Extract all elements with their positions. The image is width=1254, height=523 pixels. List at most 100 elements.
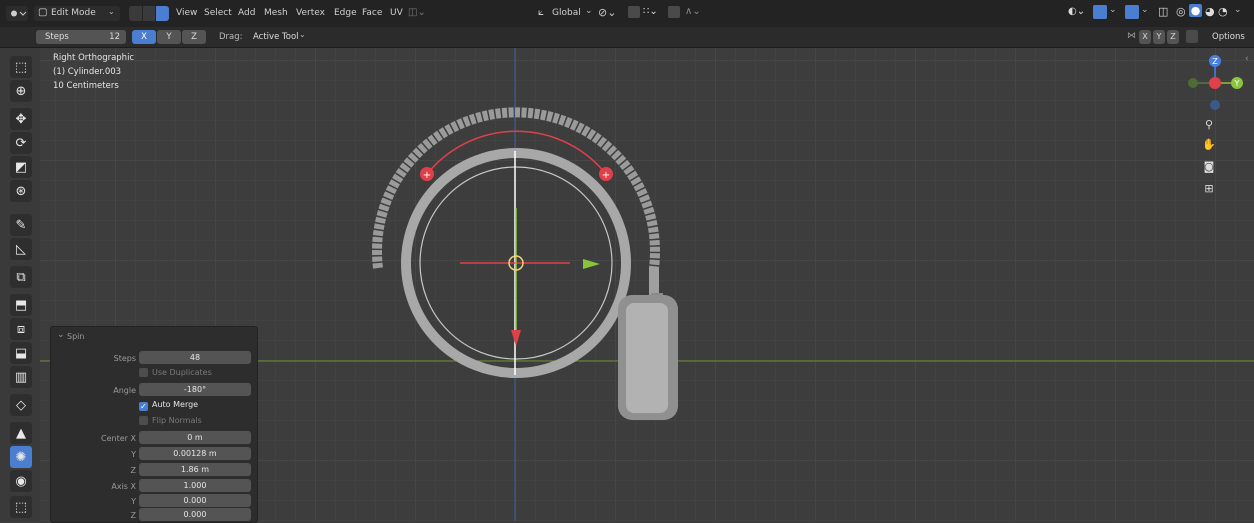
auto-merge-label: Auto Merge xyxy=(152,400,199,409)
move-icon[interactable]: ✥ xyxy=(10,108,32,130)
snap-target-icon[interactable]: ∷⌄ xyxy=(643,6,658,17)
auto-merge-icon[interactable] xyxy=(1186,30,1198,43)
checkbox-off-icon xyxy=(139,416,148,425)
spin-icon[interactable]: ✺ xyxy=(10,446,32,468)
ortho-grid-icon[interactable]: ⊞ xyxy=(1200,179,1218,197)
face-select-icon[interactable] xyxy=(156,6,169,21)
wireframe-shading-icon[interactable]: ◎ xyxy=(1176,5,1186,18)
mode-label: Edit Mode xyxy=(51,8,96,18)
collapse-sidebar-icon[interactable]: ‹ xyxy=(1245,54,1249,64)
menu-face[interactable]: Face xyxy=(362,8,382,18)
solid-shading-icon[interactable]: ● xyxy=(1189,4,1202,17)
menu-edge[interactable]: Edge xyxy=(334,8,357,18)
use-duplicates-checkbox[interactable]: Use Duplicates xyxy=(139,368,212,377)
poly-build-icon[interactable]: ▲ xyxy=(10,422,32,444)
material-shading-icon[interactable]: ◕ xyxy=(1205,5,1215,18)
center-z-field[interactable]: 1.86 m xyxy=(139,463,251,476)
grid-scale: 10 Centimeters xyxy=(53,81,119,91)
angle-field[interactable]: -180° xyxy=(139,383,251,396)
falloff-icon[interactable]: ∧⌄ xyxy=(685,6,701,17)
axis-z-field[interactable]: 0.000 xyxy=(139,508,251,521)
angle-label: Angle xyxy=(113,386,136,395)
gizmo-toggle-icon[interactable] xyxy=(1093,5,1107,19)
mode-dropdown[interactable]: ▢ Edit Mode ⌄ xyxy=(34,6,120,21)
checkmark-icon: ✓ xyxy=(139,402,148,411)
axis-x-toggle[interactable]: X xyxy=(132,30,156,44)
options-dropdown[interactable]: Options xyxy=(1206,30,1250,44)
steps-label: Steps xyxy=(113,354,136,363)
rendered-shading-icon[interactable]: ◔ xyxy=(1218,5,1228,18)
svg-text:+: + xyxy=(602,170,610,181)
mirror-y-toggle[interactable]: Y xyxy=(1153,30,1165,44)
vertex-select-icon[interactable] xyxy=(129,6,142,21)
chevron-down-icon[interactable]: ⌄ xyxy=(57,330,65,340)
axis-y-field[interactable]: 0.000 xyxy=(139,494,251,507)
menu-view[interactable]: View xyxy=(176,8,197,18)
center-y-field[interactable]: 0.00128 m xyxy=(139,447,251,460)
object-name: (1) Cylinder.003 xyxy=(53,67,122,77)
chevron-down-icon: ⌄ xyxy=(585,6,593,16)
smooth-icon[interactable]: ◉ xyxy=(10,470,32,492)
visibility-icon[interactable]: ◐⌄ xyxy=(1068,6,1085,17)
add-cube-icon[interactable]: ⧉ xyxy=(10,266,32,288)
axis-z-toggle[interactable]: Z xyxy=(182,30,206,44)
edge-select-icon[interactable] xyxy=(143,6,155,21)
auto-merge-checkbox[interactable]: ✓ Auto Merge xyxy=(139,400,198,411)
loop-cut-icon[interactable]: ▥ xyxy=(10,366,32,388)
bevel-icon[interactable]: ⬓ xyxy=(10,342,32,364)
measure-icon[interactable]: ◺ xyxy=(10,238,32,260)
orientation-dropdown[interactable]: Global xyxy=(552,8,581,18)
pivot-point-icon[interactable]: ⊘⌄ xyxy=(598,6,616,19)
flip-normals-label: Flip Normals xyxy=(152,416,202,425)
menu-uv[interactable]: UV xyxy=(390,8,403,18)
editor-type-icon xyxy=(11,10,27,17)
gizmo-y-label: Y xyxy=(1234,79,1240,88)
panel-title: Spin xyxy=(67,332,85,341)
drag-dropdown[interactable]: Active Tool xyxy=(253,32,299,42)
extrude-icon[interactable]: ⬒ xyxy=(10,294,32,316)
spin-operator-panel: ⌄ Spin Steps 48 Use Duplicates Angle -18… xyxy=(50,326,258,523)
camera-icon[interactable]: ◙ xyxy=(1200,157,1218,175)
xray-toggle-icon[interactable]: ◫⌄ xyxy=(408,7,426,18)
mirror-z-toggle[interactable]: Z xyxy=(1167,30,1179,44)
cup-stem xyxy=(649,267,659,295)
editor-type-button[interactable] xyxy=(6,6,28,21)
pan-hand-icon[interactable]: ✋ xyxy=(1200,135,1218,153)
axis-x-field[interactable]: 1.000 xyxy=(139,479,251,492)
steps-field[interactable]: Steps 12 xyxy=(36,30,126,44)
axis-y-label: Y xyxy=(131,497,136,506)
annotate-icon[interactable]: ✎ xyxy=(10,214,32,236)
axis-y-toggle[interactable]: Y xyxy=(157,30,181,44)
snap-toggle-icon[interactable] xyxy=(628,6,640,18)
menu-add[interactable]: Add xyxy=(238,8,255,18)
transform-icon[interactable]: ⊛ xyxy=(10,180,32,202)
rotate-icon[interactable]: ⟳ xyxy=(10,132,32,154)
chevron-down-icon: ⌄ xyxy=(299,30,306,39)
shear-icon[interactable]: ⬚ xyxy=(10,496,32,518)
gizmo-z-label: Z xyxy=(1212,57,1218,66)
menu-select[interactable]: Select xyxy=(204,8,232,18)
gizmo-y-arrow xyxy=(583,259,600,269)
ear-cup-face xyxy=(626,303,668,413)
knife-icon[interactable]: ◇ xyxy=(10,394,32,416)
menu-mesh[interactable]: Mesh xyxy=(264,8,288,18)
flip-normals-checkbox[interactable]: Flip Normals xyxy=(139,416,202,425)
overlay-toggle-icon[interactable] xyxy=(1125,5,1139,19)
tool-settings-bar: Steps 12 X Y Z Drag: Active Tool ⌄ ⋈ X Y… xyxy=(0,27,1254,48)
scale-icon[interactable]: ◩ xyxy=(10,156,32,178)
select-box-icon[interactable]: ⬚ xyxy=(10,56,32,78)
center-x-field[interactable]: 0 m xyxy=(139,431,251,444)
mirror-icon: ⋈ xyxy=(1127,31,1136,41)
cursor-icon[interactable]: ⊕ xyxy=(10,80,32,102)
menu-vertex[interactable]: Vertex xyxy=(296,8,325,18)
xray-icon[interactable]: ◫ xyxy=(1158,5,1168,18)
steps-field[interactable]: 48 xyxy=(139,351,251,364)
zoom-icon[interactable]: ⚲ xyxy=(1200,115,1218,133)
navigation-gizmo[interactable]: Z Y xyxy=(1185,53,1245,113)
header-bar: ▢ Edit Mode ⌄ View Select Add Mesh Verte… xyxy=(0,0,1254,27)
proportional-edit-icon[interactable] xyxy=(668,6,680,18)
select-mode-group[interactable] xyxy=(129,6,169,21)
mirror-x-toggle[interactable]: X xyxy=(1139,30,1151,44)
options-label: Options xyxy=(1212,32,1245,42)
inset-icon[interactable]: ⧈ xyxy=(10,318,32,340)
